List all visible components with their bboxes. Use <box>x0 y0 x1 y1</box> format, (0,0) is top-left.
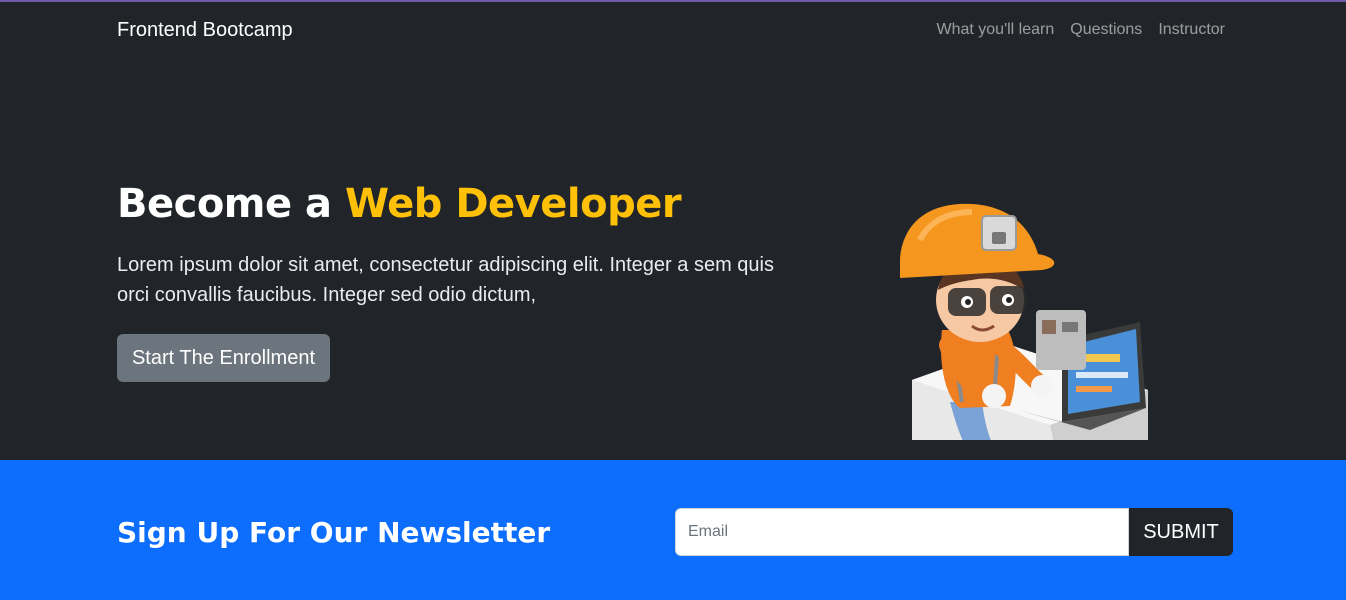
submit-button[interactable]: SUBMIT <box>1129 508 1233 556</box>
navbar: Frontend Bootcamp What you'll learn Ques… <box>0 2 1346 60</box>
start-enrollment-button[interactable]: Start The Enrollment <box>117 334 330 382</box>
newsletter-section: Sign Up For Our Newsletter SUBMIT <box>0 460 1346 600</box>
hero-title-prefix: Become a <box>117 181 345 227</box>
nav-links: What you'll learn Questions Instructor <box>936 21 1225 39</box>
nav-link-what-youll-learn[interactable]: What you'll learn <box>936 21 1054 39</box>
developer-illustration <box>900 203 1148 440</box>
newsletter-title: Sign Up For Our Newsletter <box>117 516 551 549</box>
hard-hat <box>900 203 1055 278</box>
hero-section: Become a Web Developer Lorem ipsum dolor… <box>0 60 1346 460</box>
hero-description: Lorem ipsum dolor sit amet, consectetur … <box>117 254 774 306</box>
nav-link-questions[interactable]: Questions <box>1070 21 1142 39</box>
hero-title-highlight: Web Developer <box>344 181 682 227</box>
brand-link[interactable]: Frontend Bootcamp <box>117 19 293 42</box>
newsletter-form: SUBMIT <box>675 508 1233 556</box>
email-input[interactable] <box>675 508 1129 556</box>
hero-title: Become a Web Developer <box>117 181 682 227</box>
device-box <box>1036 310 1086 370</box>
nav-link-instructor[interactable]: Instructor <box>1158 21 1225 39</box>
